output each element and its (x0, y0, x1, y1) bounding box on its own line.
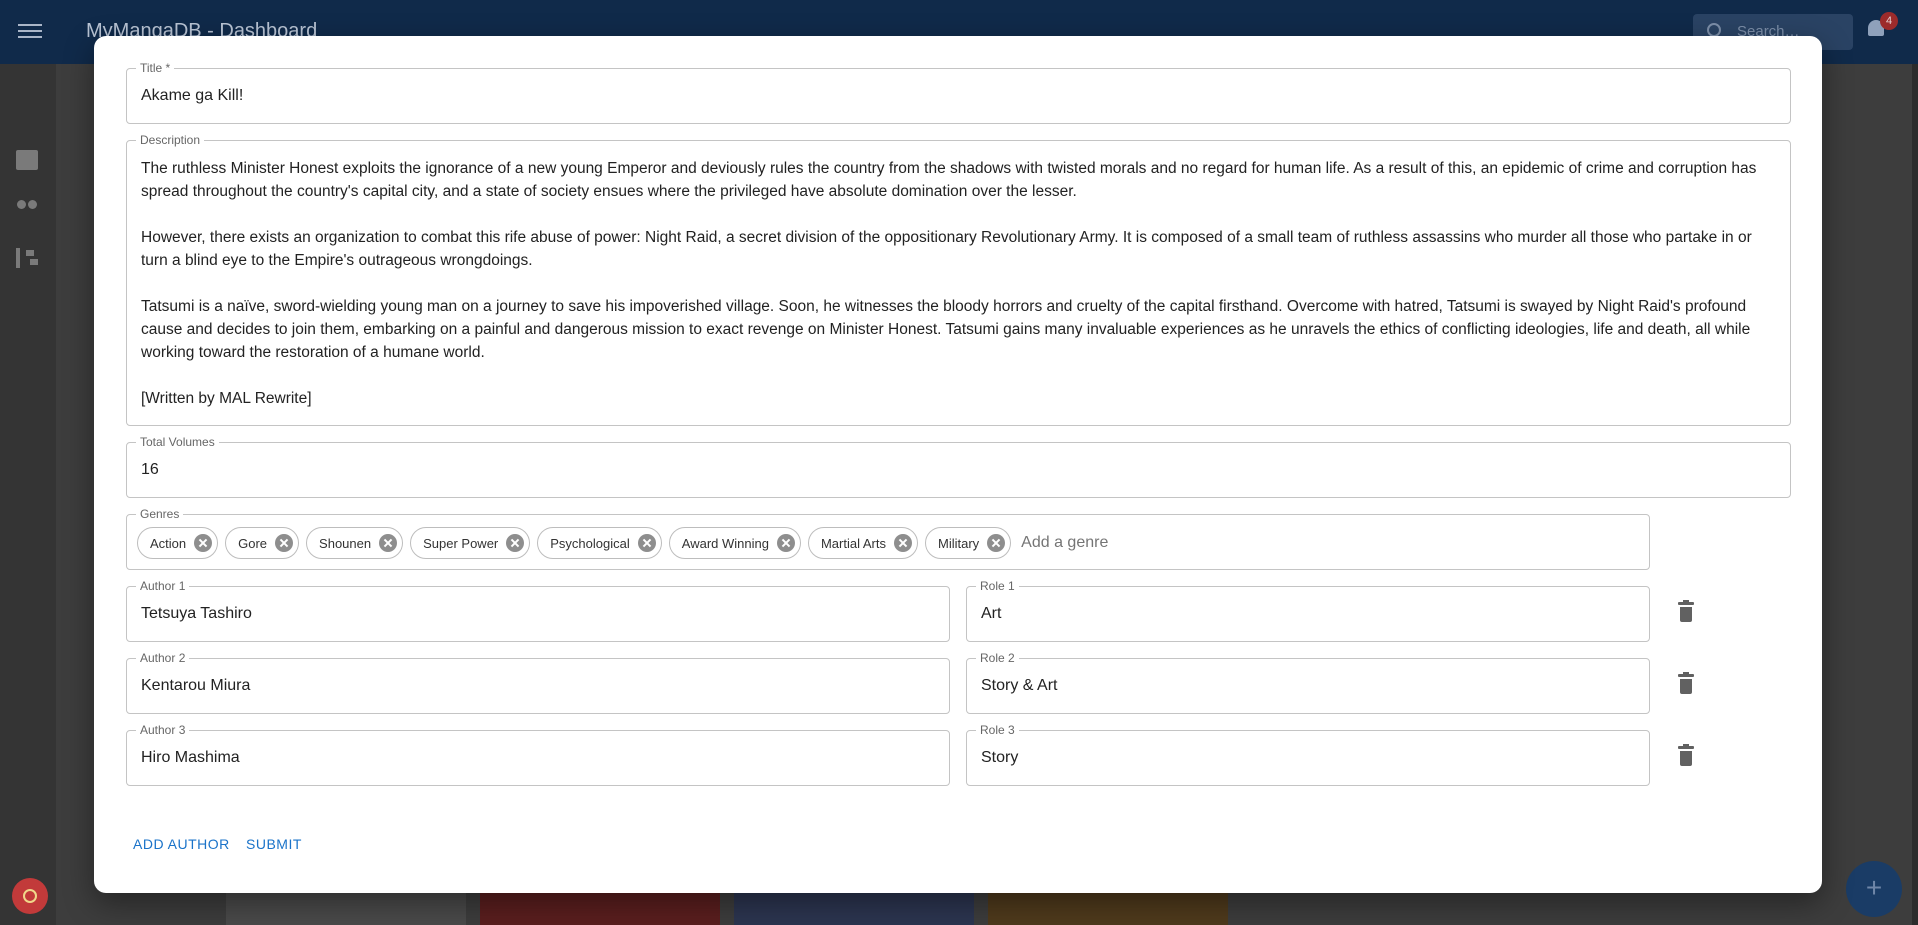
genre-chip-label: Military (937, 535, 980, 551)
role-3-field[interactable]: Role 3 Story (966, 724, 1650, 786)
author-3-field[interactable]: Author 3 Hiro Mashima (126, 724, 950, 786)
remove-chip-icon[interactable] (275, 534, 294, 552)
description-text: The ruthless Minister Honest exploits th… (141, 157, 1772, 410)
manga-cover[interactable] (226, 892, 466, 925)
author-2-label: Author 2 (136, 652, 190, 665)
manga-cover[interactable] (988, 892, 1228, 925)
total-volumes-label: Total Volumes (136, 436, 219, 449)
genre-chip[interactable]: Psychological (537, 527, 662, 559)
sidebar (0, 64, 56, 925)
remove-chip-icon[interactable] (893, 534, 912, 552)
delete-author-1-icon[interactable] (1676, 600, 1696, 626)
add-fab-button[interactable]: + (1846, 861, 1902, 917)
genre-chip[interactable]: Action (137, 527, 219, 559)
notifications-button[interactable]: 4 (1866, 12, 1898, 42)
genre-chip[interactable]: Martial Arts (807, 527, 918, 559)
author-1-label: Author 1 (136, 580, 190, 593)
scrollbar[interactable] (1912, 64, 1918, 925)
cover-strip (226, 892, 1228, 925)
genre-chip-label: Award Winning (681, 535, 769, 551)
edit-manga-dialog: Title * Akame ga Kill! Description The r… (94, 36, 1822, 893)
genre-chip[interactable]: Award Winning (668, 527, 801, 559)
tree-icon[interactable] (16, 248, 38, 268)
author-3-value: Hiro Mashima (141, 749, 240, 766)
remove-chip-icon[interactable] (506, 534, 525, 552)
genre-chip-list: Action Gore Shounen Super Power Psycholo… (137, 527, 1172, 559)
role-1-field[interactable]: Role 1 Art (966, 580, 1650, 642)
description-paragraph: [Written by MAL Rewrite] (141, 390, 312, 407)
title-field[interactable]: Title * Akame ga Kill! (126, 62, 1791, 124)
react-devtools-icon[interactable] (12, 878, 48, 914)
remove-chip-icon[interactable] (776, 534, 795, 552)
title-value: Akame ga Kill! (141, 87, 244, 104)
description-label: Description (136, 134, 205, 147)
author-2-field[interactable]: Author 2 Kentarou Miura (126, 652, 950, 714)
title-label: Title * (136, 62, 175, 75)
search-icon (1707, 23, 1721, 37)
book-icon[interactable] (16, 150, 38, 170)
description-field[interactable]: Description The ruthless Minister Honest… (126, 134, 1791, 426)
people-icon[interactable] (16, 200, 38, 220)
genre-chip-label: Martial Arts (820, 535, 886, 551)
genre-chip-label: Shounen (319, 535, 372, 551)
description-paragraph: However, there exists an organization to… (141, 229, 1752, 269)
notification-badge: 4 (1880, 12, 1898, 30)
total-volumes-value: 16 (141, 461, 159, 478)
submit-button[interactable]: SUBMIT (246, 836, 302, 852)
genre-chip-label: Super Power (423, 535, 499, 551)
remove-chip-icon[interactable] (194, 534, 213, 552)
genre-chip[interactable]: Super Power (410, 527, 531, 559)
remove-chip-icon[interactable] (987, 534, 1006, 552)
author-1-field[interactable]: Author 1 Tetsuya Tashiro (126, 580, 950, 642)
menu-icon[interactable] (18, 20, 42, 44)
total-volumes-field[interactable]: Total Volumes 16 (126, 436, 1791, 498)
manga-cover[interactable] (734, 892, 974, 925)
genre-chip-label: Gore (238, 535, 268, 551)
genres-field: Genres Action Gore Shounen Super Power P… (126, 508, 1650, 570)
genre-chip-label: Action (150, 535, 187, 551)
role-3-label: Role 3 (976, 724, 1019, 737)
description-paragraph: Tatsumi is a naïve, sword-wielding young… (141, 298, 1751, 361)
genres-label: Genres (136, 508, 184, 521)
genre-chip-label: Psychological (550, 535, 630, 551)
author-3-label: Author 3 (136, 724, 190, 737)
role-2-field[interactable]: Role 2 Story & Art (966, 652, 1650, 714)
add-genre-input[interactable] (1021, 534, 1172, 552)
genre-chip[interactable]: Gore (225, 527, 300, 559)
author-1-value: Tetsuya Tashiro (141, 605, 252, 622)
genre-chip[interactable]: Military (924, 527, 1012, 559)
delete-author-3-icon[interactable] (1676, 744, 1696, 770)
add-author-button[interactable]: ADD AUTHOR (133, 836, 230, 852)
genre-chip[interactable]: Shounen (306, 527, 404, 559)
remove-chip-icon[interactable] (637, 534, 656, 552)
manga-cover[interactable] (480, 892, 720, 925)
role-2-value: Story & Art (981, 677, 1058, 694)
delete-author-2-icon[interactable] (1676, 672, 1696, 698)
role-1-label: Role 1 (976, 580, 1019, 593)
role-3-value: Story (981, 749, 1019, 766)
author-2-value: Kentarou Miura (141, 677, 251, 694)
remove-chip-icon[interactable] (379, 534, 398, 552)
description-paragraph: The ruthless Minister Honest exploits th… (141, 160, 1757, 200)
role-2-label: Role 2 (976, 652, 1019, 665)
role-1-value: Art (981, 605, 1002, 622)
